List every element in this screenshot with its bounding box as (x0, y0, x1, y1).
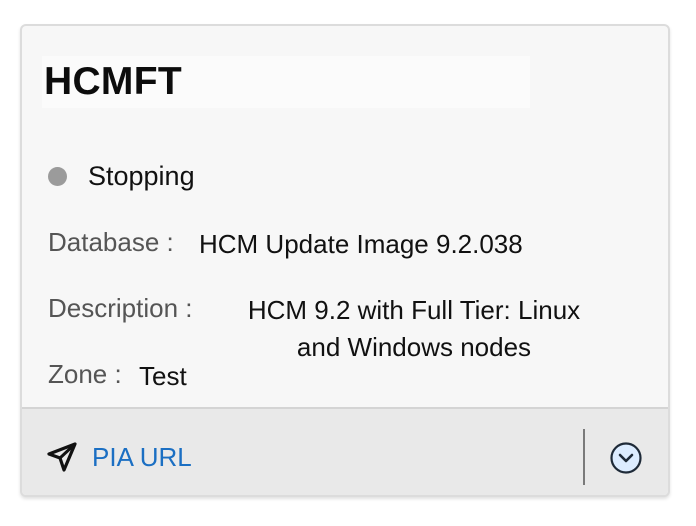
zone-label: Zone : (48, 359, 122, 389)
status-row: Stopping (48, 161, 195, 192)
database-value: HCM Update Image 9.2.038 (199, 229, 523, 259)
description-line-2: and Windows nodes (296, 332, 532, 362)
description-value: HCM 9.2 with Full Tier: Linux and Window… (204, 292, 624, 366)
footer-divider (583, 429, 585, 485)
pia-url-label: PIA URL (92, 441, 192, 472)
status-text: Stopping (88, 161, 195, 191)
zone-value: Test (139, 361, 187, 391)
chevron-down-circle-icon[interactable] (609, 441, 643, 475)
navigation-arrow-icon (47, 442, 77, 472)
card-title: HCMFT (44, 60, 182, 103)
environment-card: HCMFT Stopping Database : HCM Update Ima… (20, 24, 670, 497)
status-dot-icon (48, 167, 67, 186)
pia-url-link[interactable]: PIA URL (46, 441, 192, 473)
description-line-1: HCM 9.2 with Full Tier: Linux (247, 295, 581, 325)
card-title-row: HCMFT (42, 56, 530, 108)
card-footer: PIA URL (22, 407, 668, 495)
database-label: Database : (48, 227, 174, 257)
description-label: Description : (48, 293, 193, 323)
